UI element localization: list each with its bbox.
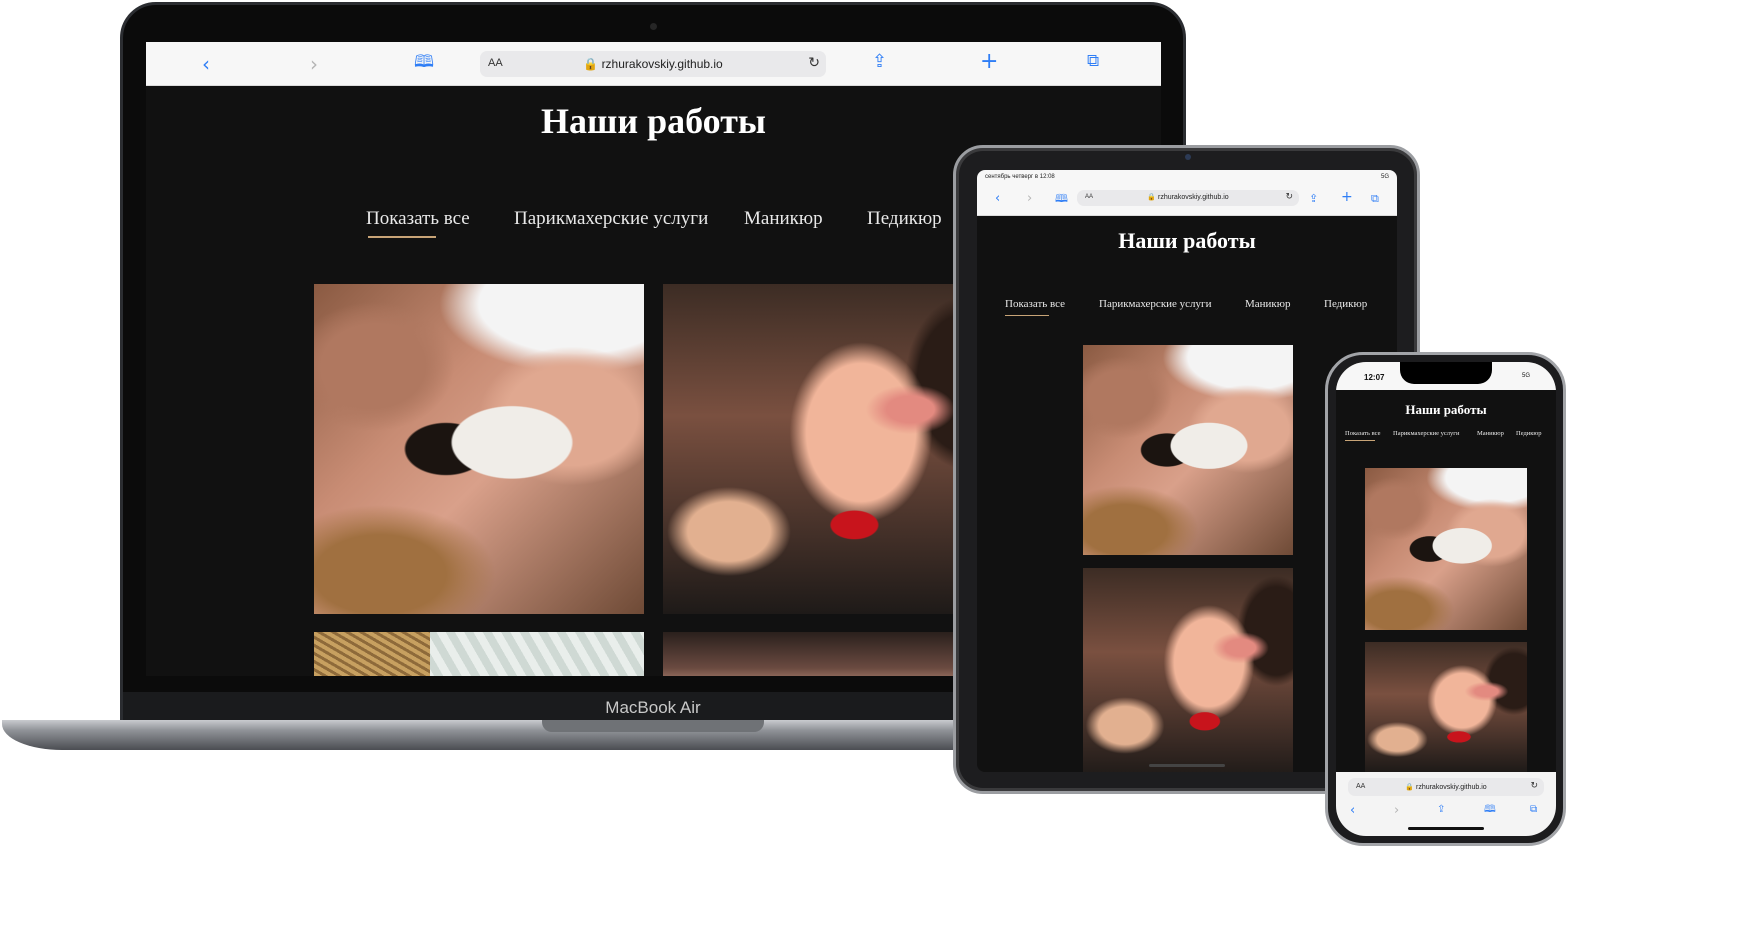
ipad-camera (1185, 154, 1191, 160)
iphone-screen: 12:07 5G Наши работы Показать все Парикм… (1336, 362, 1556, 836)
nav-pedicure[interactable]: Педикюр (1324, 298, 1367, 310)
page-title: Наши работы (1405, 402, 1487, 417)
plus-icon[interactable]: + (1341, 190, 1353, 204)
share-icon[interactable]: ⇪ (872, 53, 887, 71)
chevron-right-icon[interactable]: › (310, 54, 318, 74)
book-icon[interactable]: 🕮 (414, 54, 434, 71)
nav-show-all[interactable]: Показать все (1005, 298, 1065, 310)
tabs-icon[interactable]: ⧉ (1530, 805, 1537, 815)
page-title: Наши работы (1118, 228, 1256, 253)
iphone-notch (1400, 362, 1492, 384)
iphone-status-time: 12:07 (1364, 373, 1385, 382)
book-icon[interactable]: 🕮 (1484, 805, 1496, 815)
chevron-left-icon[interactable]: ‹ (995, 192, 1000, 205)
book-icon[interactable]: 🕮 (1055, 193, 1068, 204)
reload-icon[interactable]: ↻ (1285, 192, 1293, 202)
page-title: Наши работы (541, 101, 766, 141)
nav-hair[interactable]: Парикмахерские услуги (1393, 430, 1459, 437)
lock-icon: 🔒 (1405, 784, 1415, 791)
tabs-icon[interactable]: ⧉ (1371, 193, 1379, 204)
iphone-status-signal: 5G (1521, 373, 1530, 379)
share-icon[interactable]: ⇪ (1437, 805, 1445, 815)
macbook-camera (650, 23, 657, 30)
iphone-home-indicator (1408, 827, 1484, 830)
chevron-left-icon[interactable]: ‹ (1350, 804, 1355, 817)
nav-manicure[interactable]: Маникюр (1477, 430, 1504, 437)
tabs-icon[interactable]: ⧉ (1087, 53, 1099, 70)
nav-show-all[interactable]: Показать все (366, 208, 470, 230)
ipad-home-indicator (1149, 764, 1225, 767)
gallery-photo-makeup[interactable] (1083, 568, 1293, 772)
url-text: 🔒 rzhurakovskiy.github.io (1077, 193, 1299, 201)
nav-pedicure[interactable]: Педикюр (867, 208, 942, 230)
gallery-photo-lashes[interactable] (1083, 345, 1293, 555)
nav-active-underline (368, 236, 436, 238)
url-label: rzhurakovskiy.github.io (1415, 784, 1487, 791)
iphone-address-bar[interactable]: AA 🔒 rzhurakovskiy.github.io ↻ (1348, 778, 1544, 796)
nav-active-underline (1345, 440, 1375, 441)
address-bar[interactable]: AA 🔒 rzhurakovskiy.github.io ↻ (480, 51, 826, 77)
share-icon[interactable]: ⇪ (1309, 193, 1318, 204)
ipad-address-bar[interactable]: AA 🔒 rzhurakovskiy.github.io ↻ (1077, 190, 1299, 206)
url-text: 🔒 rzhurakovskiy.github.io (1348, 783, 1544, 791)
lock-icon: 🔒 (583, 57, 599, 71)
nav-manicure[interactable]: Маникюр (1245, 298, 1291, 310)
chevron-right-icon[interactable]: › (1394, 804, 1399, 817)
reload-icon[interactable]: ↻ (1530, 781, 1538, 791)
gallery-photo-towel[interactable] (314, 632, 644, 676)
macbook-lid-notch (542, 720, 764, 732)
chevron-right-icon[interactable]: › (1027, 192, 1032, 205)
chevron-left-icon[interactable]: ‹ (202, 54, 210, 74)
ipad-status-time: сентябрь четверг в 12:08 (985, 174, 1055, 180)
nav-hair[interactable]: Парикмахерские услуги (1099, 298, 1211, 310)
gallery-photo-hands[interactable] (663, 632, 993, 676)
gallery-photo-makeup[interactable] (663, 284, 993, 614)
iphone-safari-toolbar: AA 🔒 rzhurakovskiy.github.io ↻ ‹ › ⇪ 🕮 ⧉ (1336, 772, 1556, 836)
lock-icon: 🔒 (1147, 194, 1157, 201)
nav-active-underline (1005, 315, 1049, 316)
gallery-photo-lashes[interactable] (314, 284, 644, 614)
ipad-safari-toolbar: сентябрь четверг в 12:08 5G ‹ › 🕮 AA 🔒 r… (977, 170, 1397, 216)
ipad-status-signal: 5G (1380, 174, 1389, 180)
url-label: rzhurakovskiy.github.io (1157, 194, 1229, 201)
safari-toolbar: ‹ › 🕮 AA 🔒 rzhurakovskiy.github.io ↻ ⇪ +… (146, 42, 1161, 86)
nav-manicure[interactable]: Маникюр (744, 208, 823, 230)
gallery-photo-lashes[interactable] (1365, 468, 1527, 630)
plus-icon[interactable]: + (980, 51, 998, 73)
url-label: rzhurakovskiy.github.io (601, 57, 723, 71)
reload-icon[interactable]: ↻ (808, 55, 820, 71)
nav-pedicure[interactable]: Педикюр (1516, 430, 1542, 437)
nav-show-all[interactable]: Показать все (1345, 430, 1380, 437)
gallery-photo-makeup[interactable] (1365, 642, 1527, 772)
nav-hair[interactable]: Парикмахерские услуги (514, 208, 708, 230)
url-text: 🔒 rzhurakovskiy.github.io (480, 57, 826, 71)
